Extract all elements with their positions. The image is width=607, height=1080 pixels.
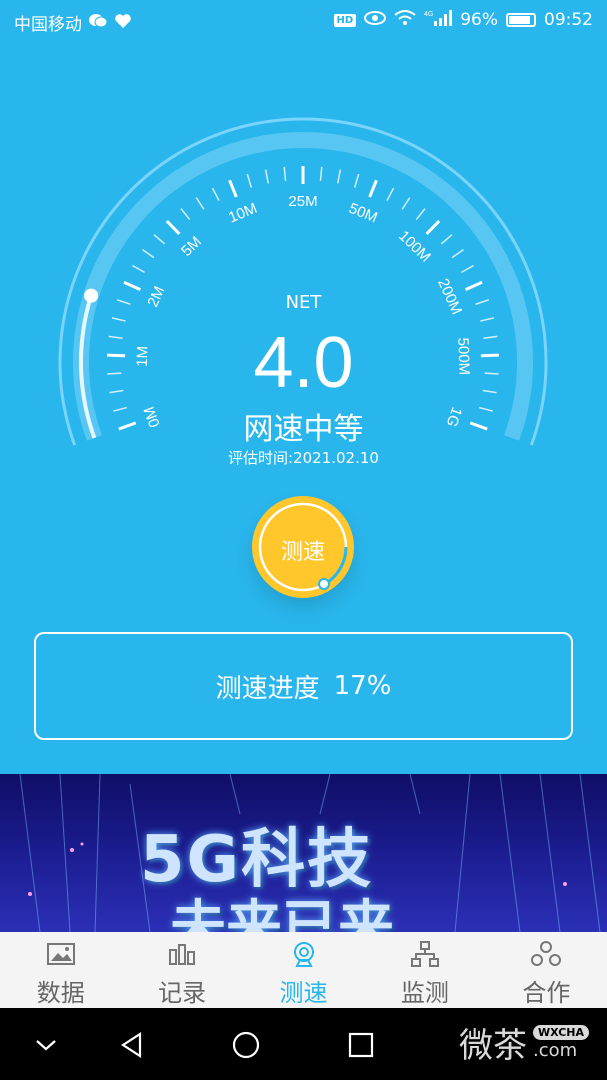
watermark-right: WXCHA .com [532,1024,589,1061]
gauge-speed-value: 4.0 [253,323,354,403]
signal-icon: 4G [424,10,453,30]
tab-speed-test[interactable]: 测速 [243,932,364,1008]
health-heart-icon [114,13,132,33]
battery-fill [509,16,530,24]
gauge-minor-tick [480,317,495,322]
watermark-text: 微茶 [458,1026,527,1066]
tab-speed-test-label: 测速 [279,979,328,1007]
wechat-icon [88,13,108,33]
gauge-major-tick [465,280,483,291]
app-screen: 中国移动 HD 4G 96% 09:52 0M 1M 2M 5M 10M 25M… [0,0,607,1080]
start-test-button[interactable]: 测速 [252,496,354,598]
nav-recents-button[interactable] [343,1028,379,1062]
hd-icon: HD [333,13,357,27]
progress-value: 17% [333,671,392,701]
tab-records-label: 记录 [158,979,207,1007]
gauge-minor-tick [283,166,287,181]
gauge-major-tick [425,219,441,235]
gauge-minor-tick [440,234,453,245]
gauge-minor-tick [153,234,166,245]
speed-test-panel: 0M 1M 2M 5M 10M 25M 50M 100M 200M 500M 1G NET 4.0 … [0,42,607,774]
gauge-minor-tick [415,208,426,221]
gauge-minor-tick [353,173,360,188]
gauge-major-tick [123,280,141,291]
back-triangle-icon [120,1031,142,1059]
status-bar: 中国移动 HD 4G 96% 09:52 [0,0,607,42]
gauge-scale-label: 5M [178,233,205,260]
gauge-scale-label: 10M [226,200,259,227]
gauge-minor-tick [264,169,270,184]
nav-home-button[interactable] [228,1028,264,1062]
gauge-eval-date: 评估时间:2021.02.10 [228,449,379,467]
gauge-minor-tick [336,169,342,184]
tab-cooperation[interactable]: 合作 [486,932,607,1008]
bottom-tab-bar: 数据 记录 测速 监测 合作 [0,932,607,1008]
gauge-major-tick [228,179,238,198]
promo-banner[interactable]: 5G科技 未来已来 [0,774,607,932]
tab-monitor-label: 监测 [400,979,449,1007]
network-icon [409,940,441,967]
gauge-minor-tick [461,264,474,274]
tab-data[interactable]: 数据 [0,932,121,1008]
gauge-major-tick [368,179,378,198]
gauge-minor-tick [132,264,145,274]
status-left: 中国移动 [14,10,132,35]
people-icon [530,940,562,967]
gauge-minor-tick [195,197,205,210]
chevron-down-icon [36,1040,56,1051]
tab-monitor[interactable]: 监测 [364,932,485,1008]
tab-cooperation-label: 合作 [522,979,571,1007]
battery-icon [506,13,536,27]
clock: 09:52 [544,10,593,30]
gauge-minor-tick [319,166,323,181]
nav-collapse-button[interactable] [28,1028,64,1062]
image-icon [45,940,77,967]
watermark-suffix: .com [532,1039,578,1061]
progress-indicator: 测速进度 17% [34,632,573,740]
gauge-minor-tick [451,248,464,259]
gauge-minor-tick [180,208,191,221]
gauge-minor-tick [111,317,126,322]
watermark-badge: WXCHA [532,1024,589,1040]
gauge-net-label: NET [285,292,322,313]
test-button-label: 测速 [280,540,325,565]
bar-chart-icon [166,940,198,967]
gauge-minor-tick [246,173,253,188]
home-circle-icon [232,1031,260,1059]
gauge-scale-label: 50M [346,200,379,227]
banner-subheadline: 未来已来 [170,895,394,932]
carrier-label: 中国移动 [14,15,82,35]
progress-label: 测速进度 [215,673,320,704]
gauge-minor-tick [142,248,155,259]
watermark: 微茶 WXCHA .com [459,1018,589,1067]
gauge-minor-tick [386,187,395,201]
tab-data-label: 数据 [36,979,85,1007]
tab-records[interactable]: 记录 [121,932,242,1008]
status-right: HD 4G 96% 09:52 [333,10,593,30]
gauge-minor-tick [401,197,411,210]
gauge-minor-tick [211,187,220,201]
webcam-icon [288,940,320,967]
gauge-rating: 网速中等 [243,412,364,447]
gauge-scale-label: 25M [288,193,317,210]
battery-percent: 96% [460,10,498,30]
nav-back-button[interactable] [114,1028,150,1062]
eye-icon [364,11,387,29]
recents-square-icon [348,1032,374,1058]
svg-text:4G: 4G [424,11,433,18]
wifi-icon [394,10,416,30]
gauge-major-tick [165,219,181,235]
system-nav-bar: 微茶 WXCHA .com [0,1008,607,1080]
